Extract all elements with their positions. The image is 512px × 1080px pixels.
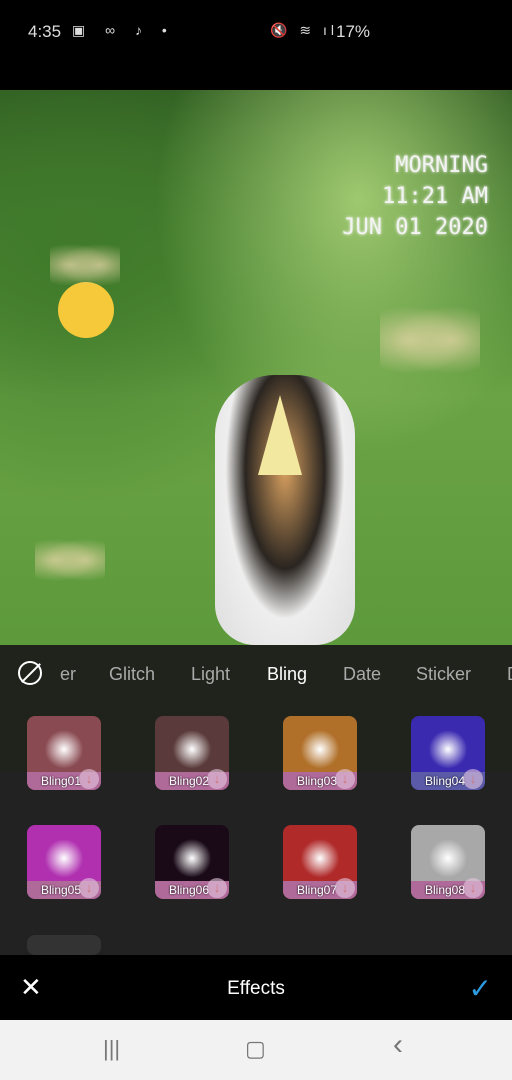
- effects-panel: er Glitch Light Bling Date Sticker D Bli…: [0, 645, 512, 955]
- status-icons: 🔇 ≋ ıl: [270, 22, 338, 38]
- download-icon[interactable]: ↓: [335, 769, 355, 789]
- no-effect-icon[interactable]: [18, 661, 42, 685]
- download-icon[interactable]: ↓: [335, 878, 355, 898]
- effect-thumb[interactable]: Bling04 ↓: [411, 716, 485, 790]
- download-icon[interactable]: ↓: [79, 878, 99, 898]
- butterfly-icon: [35, 535, 105, 585]
- recents-icon[interactable]: |||: [103, 1036, 120, 1062]
- sun-sticker: [58, 282, 114, 338]
- effect-thumb[interactable]: Bling08 ↓: [411, 825, 485, 899]
- stamp-line: 11:21 AM: [382, 184, 488, 209]
- effect-category-tabs: er Glitch Light Bling Date Sticker D: [0, 645, 512, 700]
- effect-thumb[interactable]: Bling03 ↓: [283, 716, 357, 790]
- tab-glitch[interactable]: Glitch: [109, 664, 155, 685]
- tab-bling[interactable]: Bling: [267, 664, 307, 685]
- status-time: 4:35: [28, 22, 62, 41]
- stamp-line: MORNING: [395, 153, 488, 178]
- effect-thumb[interactable]: Bling06 ↓: [155, 825, 229, 899]
- status-bar: 4:35 ▣ ∞ ♪ • 🔇 ≋ ıl 17%: [0, 0, 512, 90]
- back-icon[interactable]: ‹: [393, 1028, 403, 1062]
- check-icon[interactable]: ✓: [469, 972, 492, 1005]
- effect-thumb[interactable]: Bling02 ↓: [155, 716, 229, 790]
- tab-filter[interactable]: er: [60, 664, 76, 685]
- date-stamp: MORNING 11:21 AM JUN 01 2020: [342, 150, 488, 243]
- tab-light[interactable]: Light: [191, 664, 230, 685]
- effect-thumb[interactable]: Bling01 ↓: [27, 716, 101, 790]
- home-icon[interactable]: ▢: [245, 1036, 266, 1062]
- effect-thumb[interactable]: Bling05 ↓: [27, 825, 101, 899]
- notification-icons: ▣ ∞ ♪ •: [72, 22, 175, 38]
- download-icon[interactable]: ↓: [463, 769, 483, 789]
- effect-thumb-partial[interactable]: [27, 935, 101, 955]
- stamp-line: JUN 01 2020: [342, 215, 488, 240]
- tab-more[interactable]: D: [507, 664, 512, 685]
- butterfly-icon: [50, 240, 120, 290]
- photo-preview[interactable]: MORNING 11:21 AM JUN 01 2020: [0, 90, 512, 645]
- screen-title: Effects: [227, 978, 285, 999]
- effect-thumb[interactable]: Bling07 ↓: [283, 825, 357, 899]
- battery-level: 17%: [336, 22, 371, 41]
- download-icon[interactable]: ↓: [79, 769, 99, 789]
- tab-sticker[interactable]: Sticker: [416, 664, 471, 685]
- bottom-bar: ✕ Effects ✓: [0, 955, 512, 1020]
- download-icon[interactable]: ↓: [207, 878, 227, 898]
- tab-date[interactable]: Date: [343, 664, 381, 685]
- butterfly-icon: [380, 300, 480, 380]
- party-hat: [258, 395, 302, 475]
- download-icon[interactable]: ↓: [207, 769, 227, 789]
- system-nav-bar: ||| ▢ ‹: [0, 1020, 512, 1080]
- download-icon[interactable]: ↓: [463, 878, 483, 898]
